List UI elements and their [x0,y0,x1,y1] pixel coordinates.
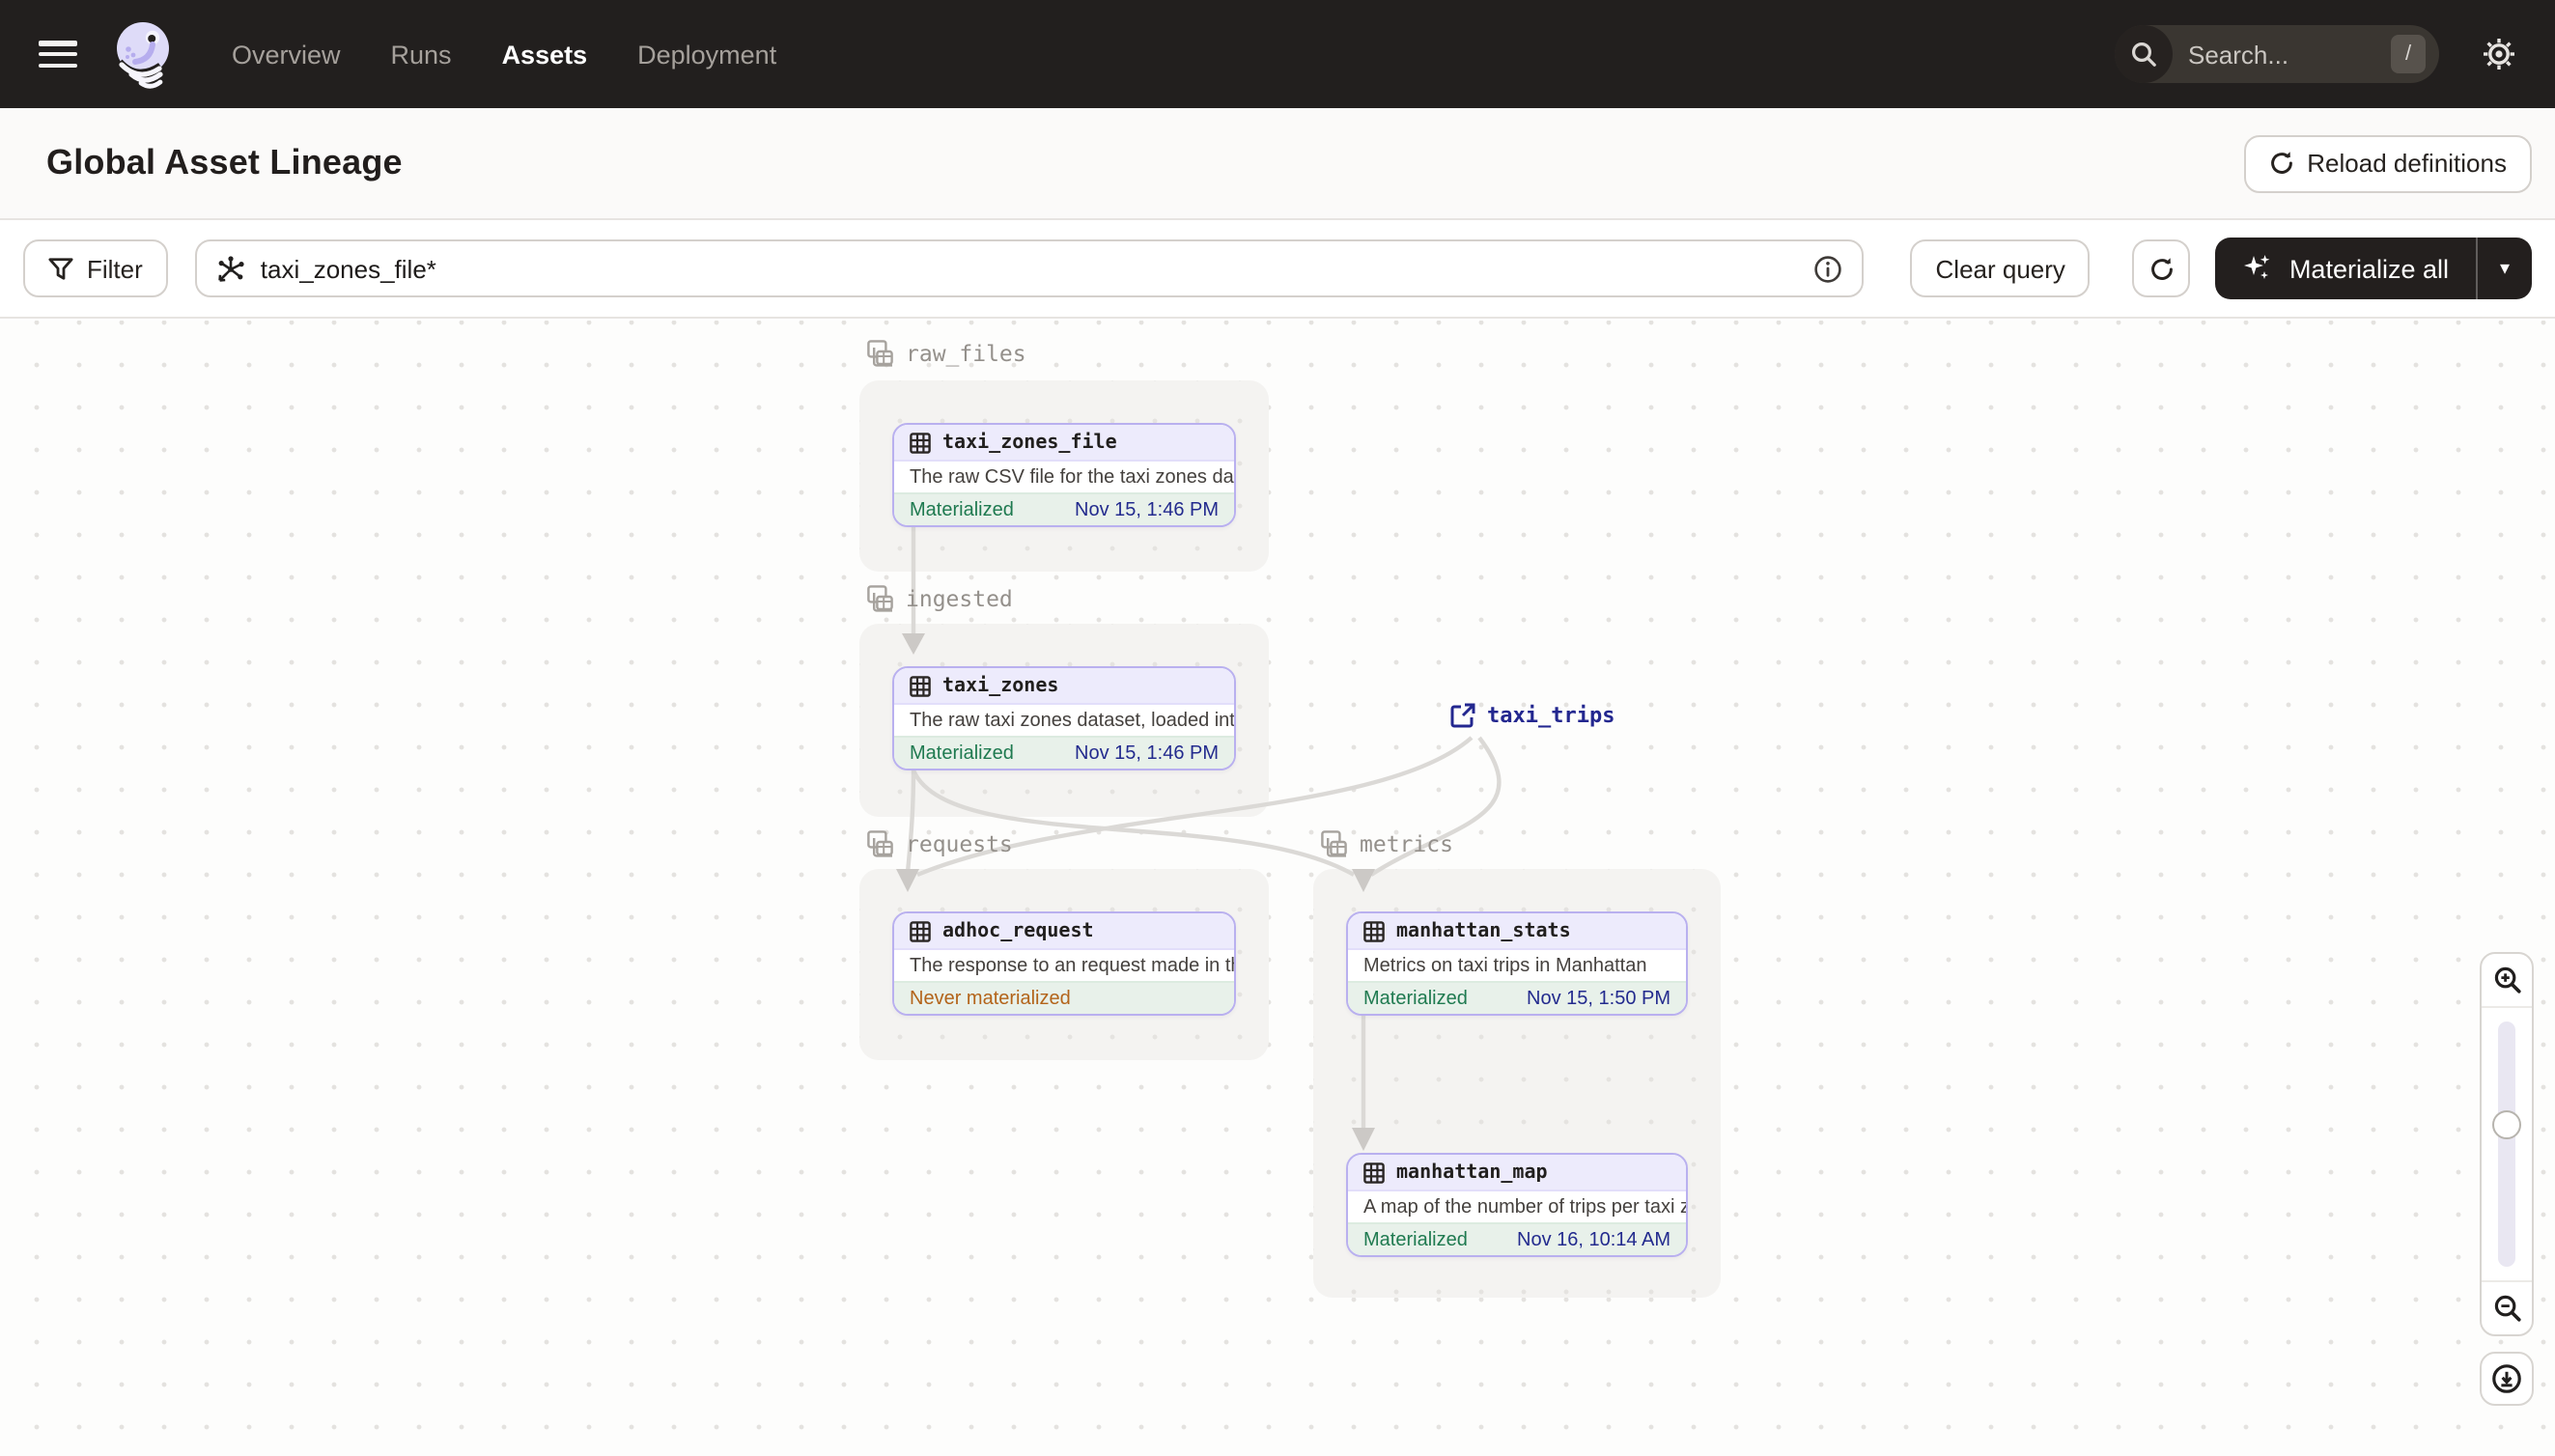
asset-name: taxi_zones_file [942,432,1117,453]
asset-name: taxi_zones [942,675,1059,696]
primary-nav: Overview Runs Assets Deployment [232,40,776,69]
lineage-toolbar: Filter taxi_zones_file* Clear query Mate… [0,220,2555,319]
asset-description: The response to an request made in th... [894,950,1234,981]
asset-status: Materialized [910,742,1014,764]
group-name: metrics [1360,830,1453,857]
group-icon [1321,830,1347,857]
reload-definitions-button[interactable]: Reload definitions [2243,134,2532,192]
filter-button-label: Filter [87,254,143,283]
zoom-out-button[interactable] [2482,1282,2532,1334]
search-placeholder: Search... [2188,40,2289,69]
group-label-raw-files[interactable]: raw_files [867,340,1026,367]
asset-status: Never materialized [910,988,1071,1009]
lineage-canvas[interactable]: raw_files ingested requests metrics taxi… [0,321,2555,1456]
asset-status: Materialized [1363,1229,1468,1250]
nav-item-runs[interactable]: Runs [391,40,452,69]
top-navbar: Overview Runs Assets Deployment Search..… [0,0,2555,108]
asset-description: Metrics on taxi trips in Manhattan [1348,950,1686,981]
refresh-icon [2151,257,2173,279]
asset-name: adhoc_request [942,920,1094,941]
asset-node-taxi-zones[interactable]: taxi_zones The raw taxi zones dataset, l… [892,666,1236,770]
group-name: ingested [906,585,1013,612]
nav-item-assets[interactable]: Assets [502,40,588,69]
zoom-slider-track[interactable] [2498,1022,2515,1267]
external-link-icon [1450,703,1475,728]
materialize-all-label: Materialize all [2288,254,2449,283]
asset-query-value: taxi_zones_file* [260,254,436,283]
group-label-requests[interactable]: requests [867,830,1013,857]
table-icon [1363,920,1385,941]
materialize-all-split-button: Materialize all ▾ [2215,238,2532,299]
nav-item-deployment[interactable]: Deployment [637,40,776,69]
search-input[interactable]: Search... / [2115,25,2439,83]
group-label-metrics[interactable]: metrics [1321,830,1453,857]
asset-description: The raw CSV file for the taxi zones dat.… [894,462,1234,492]
download-icon [2492,1364,2521,1393]
asset-node-adhoc-request[interactable]: adhoc_request The response to an request… [892,911,1236,1016]
group-icon [867,340,893,367]
asset-status: Materialized [910,499,1014,520]
group-name: requests [906,830,1013,857]
search-icon [2115,25,2173,83]
reload-definitions-label: Reload definitions [2307,149,2507,178]
filter-funnel-icon [48,257,73,279]
asset-description: A map of the number of trips per taxi z.… [1348,1191,1686,1222]
materialize-dropdown-caret[interactable]: ▾ [2478,238,2532,299]
group-icon [867,830,893,857]
zoom-in-button[interactable] [2482,954,2532,1006]
lineage-edges [896,527,1502,1151]
clear-query-button[interactable]: Clear query [1910,239,2091,297]
asset-node-manhattan-map[interactable]: manhattan_map A map of the number of tri… [1346,1153,1688,1257]
settings-gear-icon[interactable] [2482,37,2516,71]
asset-timestamp[interactable]: Nov 15, 1:46 PM [1075,742,1219,764]
query-info-icon[interactable] [1814,254,1843,283]
asset-query-input[interactable]: taxi_zones_file* [194,239,1865,297]
asset-description: The raw taxi zones dataset, loaded int..… [894,705,1234,736]
asset-status: Materialized [1363,988,1468,1009]
table-icon [910,432,931,453]
page-title: Global Asset Lineage [46,143,403,182]
download-image-button[interactable] [2480,1352,2534,1406]
table-icon [910,920,931,941]
table-icon [910,675,931,696]
page-header: Global Asset Lineage Reload definitions [0,108,2555,220]
external-asset-taxi-trips[interactable]: taxi_trips [1450,703,1614,728]
zoom-out-icon [2493,1295,2520,1322]
asset-timestamp[interactable]: Nov 15, 1:50 PM [1527,988,1671,1009]
group-label-ingested[interactable]: ingested [867,585,1013,612]
asset-timestamp[interactable]: Nov 15, 1:46 PM [1075,499,1219,520]
dagster-logo [108,15,182,93]
asset-name: manhattan_map [1396,1162,1548,1183]
asset-name: manhattan_stats [1396,920,1571,941]
clear-query-label: Clear query [1935,254,2065,283]
hamburger-menu-icon[interactable] [39,41,77,68]
zoom-slider-handle[interactable] [2492,1110,2521,1139]
zoom-control-panel [2480,952,2534,1336]
nav-item-overview[interactable]: Overview [232,40,341,69]
sparkle-icon [2244,255,2271,279]
refresh-graph-button[interactable] [2132,239,2191,297]
zoom-slider[interactable] [2482,1006,2532,1282]
group-name: raw_files [906,340,1026,367]
reload-icon [2270,152,2292,174]
zoom-in-icon [2493,966,2520,994]
table-icon [1363,1162,1385,1183]
asset-node-taxi-zones-file[interactable]: taxi_zones_file The raw CSV file for the… [892,423,1236,527]
external-asset-name: taxi_trips [1487,703,1615,728]
materialize-all-button[interactable]: Materialize all [2216,238,2476,299]
asset-node-manhattan-stats[interactable]: manhattan_stats Metrics on taxi trips in… [1346,911,1688,1016]
filter-button[interactable]: Filter [23,239,168,297]
asset-timestamp[interactable]: Nov 16, 10:14 AM [1517,1229,1671,1250]
group-icon [867,585,893,612]
search-shortcut-badge: / [2391,35,2426,73]
dagster-app: Overview Runs Assets Deployment Search..… [0,0,2555,1456]
asset-graph-icon [218,255,244,281]
